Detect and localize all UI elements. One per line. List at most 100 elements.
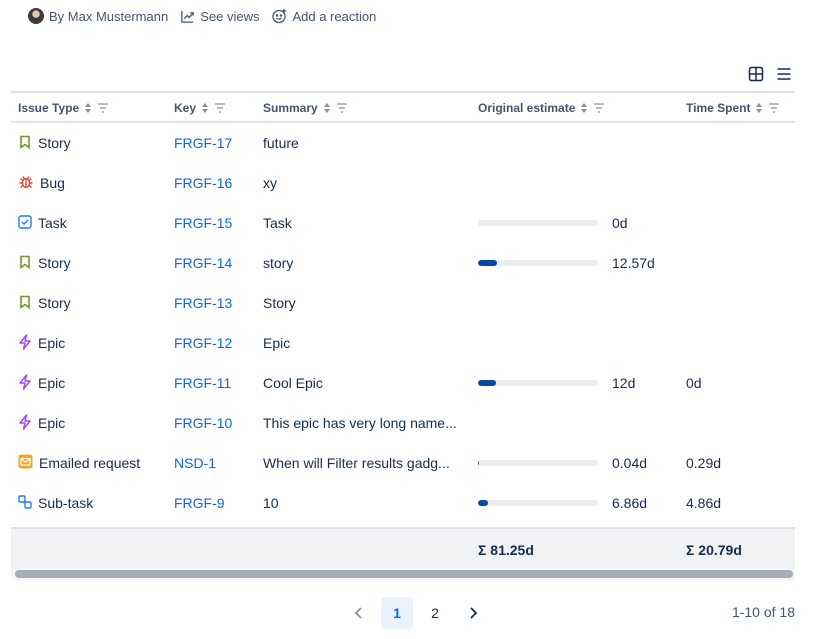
subtask-icon xyxy=(18,494,32,512)
horizontal-scrollbar[interactable] xyxy=(15,570,793,578)
table-row[interactable]: Epic FRGF-11 Cool Epic 12d 0d xyxy=(11,363,795,403)
issue-type-label: Sub-task xyxy=(38,495,94,511)
estimate-progress-bar xyxy=(478,260,598,266)
page-1-button[interactable]: 1 xyxy=(381,597,413,629)
estimate-total: Σ 81.25d xyxy=(478,541,534,558)
issue-summary: 10 xyxy=(263,495,279,511)
issue-key-link[interactable]: FRGF-12 xyxy=(174,323,259,363)
column-header-issue-type[interactable]: Issue Type xyxy=(18,93,168,123)
totals-row: Σ 81.25d Σ 20.79d xyxy=(11,527,795,568)
column-header-original-estimate[interactable]: Original estimate xyxy=(478,93,678,123)
story-icon xyxy=(18,295,32,312)
grid-view-icon[interactable] xyxy=(748,66,764,82)
column-header-summary[interactable]: Summary xyxy=(263,93,465,123)
issue-summary: future xyxy=(263,135,299,151)
issue-type-label: Emailed request xyxy=(39,455,141,471)
original-estimate-cell: 0.04d xyxy=(478,443,678,483)
time-spent-value xyxy=(686,283,786,323)
filter-icon[interactable] xyxy=(336,103,348,113)
story-icon xyxy=(18,135,32,152)
issue-key-link[interactable]: FRGF-14 xyxy=(174,243,259,283)
issue-key-link[interactable]: FRGF-17 xyxy=(174,123,259,163)
list-view-icon[interactable] xyxy=(776,66,792,82)
page-2-button[interactable]: 2 xyxy=(419,597,451,629)
author-name: By Max Mustermann xyxy=(49,8,169,24)
issue-summary: Epic xyxy=(263,335,291,351)
original-estimate-cell: 0d xyxy=(478,203,678,243)
issue-type-cell: Epic xyxy=(18,363,168,403)
emoji-add-icon xyxy=(271,8,287,24)
original-estimate-value: 0d xyxy=(612,215,628,231)
previous-page-button[interactable] xyxy=(343,597,375,629)
column-header-key[interactable]: Key xyxy=(174,93,259,123)
issue-type-label: Story xyxy=(38,135,71,151)
issue-type-cell: Task xyxy=(18,203,168,243)
table-row[interactable]: Story FRGF-14 story 12.57d xyxy=(11,243,795,283)
table-row[interactable]: Epic FRGF-10 This epic has very long nam… xyxy=(11,403,795,443)
table-row[interactable]: Story FRGF-17 future xyxy=(11,123,795,163)
add-reaction-button[interactable]: Add a reaction xyxy=(271,8,376,24)
column-header-time-spent[interactable]: Time Spent xyxy=(686,93,786,123)
add-reaction-label: Add a reaction xyxy=(292,8,377,24)
issue-key-link[interactable]: NSD-1 xyxy=(174,443,259,483)
issue-type-label: Story xyxy=(38,255,71,271)
original-estimate-cell xyxy=(478,403,678,443)
sort-icon[interactable] xyxy=(201,103,209,113)
original-estimate-cell xyxy=(478,123,678,163)
issue-summary: When will Filter results gadg... xyxy=(263,455,450,471)
sort-icon[interactable] xyxy=(755,103,763,113)
issue-summary: This epic has very long name... xyxy=(263,415,457,431)
estimate-progress-fill xyxy=(478,460,479,466)
bug-icon xyxy=(18,174,34,193)
issue-key-link[interactable]: FRGF-11 xyxy=(174,363,259,403)
sort-icon[interactable] xyxy=(84,103,92,113)
page-byline: By Max Mustermann See views Add a reacti… xyxy=(28,6,376,26)
issue-key-link[interactable]: FRGF-10 xyxy=(174,403,259,443)
table-row[interactable]: Task FRGF-15 Task 0d xyxy=(11,203,795,243)
filter-icon[interactable] xyxy=(214,103,226,113)
filter-icon[interactable] xyxy=(768,103,780,113)
issue-type-cell: Emailed request xyxy=(18,443,168,483)
view-toggles xyxy=(748,66,792,82)
time-spent-value: 0d xyxy=(686,375,702,391)
table-row[interactable]: Sub-task FRGF-9 10 6.86d 4.86d xyxy=(11,483,795,523)
sort-icon[interactable] xyxy=(580,103,588,113)
table-header: Issue Type Key Summary Original estimate… xyxy=(11,91,795,123)
sort-icon[interactable] xyxy=(323,103,331,113)
epic-icon xyxy=(18,333,32,353)
table-row[interactable]: Epic FRGF-12 Epic xyxy=(11,323,795,363)
table-row[interactable]: Emailed request NSD-1 When will Filter r… xyxy=(11,443,795,483)
issue-key-link[interactable]: FRGF-9 xyxy=(174,483,259,523)
issue-summary: xy xyxy=(263,175,277,191)
original-estimate-cell: 12d xyxy=(478,363,678,403)
issue-type-label: Story xyxy=(38,295,71,311)
estimate-progress-fill xyxy=(478,500,488,506)
table-row[interactable]: Story FRGF-13 Story xyxy=(11,283,795,323)
table-row[interactable]: Bug FRGF-16 xy xyxy=(11,163,795,203)
author[interactable]: By Max Mustermann xyxy=(28,8,168,24)
issue-type-label: Task xyxy=(38,215,67,231)
see-views-button[interactable]: See views xyxy=(180,9,259,24)
issue-summary: Task xyxy=(263,215,292,231)
issue-summary: Cool Epic xyxy=(263,375,323,391)
original-estimate-value: 12.57d xyxy=(612,255,655,271)
issue-key-link[interactable]: FRGF-13 xyxy=(174,283,259,323)
original-estimate-cell xyxy=(478,323,678,363)
next-page-button[interactable] xyxy=(457,597,489,629)
issues-table: Issue Type Key Summary Original estimate… xyxy=(11,91,795,568)
see-views-label: See views xyxy=(200,8,260,24)
email-request-icon xyxy=(18,454,33,472)
time-spent-value: 0.29d xyxy=(686,455,722,471)
issue-key-link[interactable]: FRGF-15 xyxy=(174,203,259,243)
estimate-progress-fill xyxy=(478,380,496,386)
filter-icon[interactable] xyxy=(593,103,605,113)
estimate-progress-fill xyxy=(478,260,497,266)
issue-type-label: Epic xyxy=(38,415,66,431)
estimate-progress-bar xyxy=(478,220,598,226)
time-spent-value: 4.86d xyxy=(686,495,722,511)
filter-icon[interactable] xyxy=(97,103,109,113)
time-spent-total: Σ 20.79d xyxy=(686,541,742,558)
issue-type-label: Bug xyxy=(40,175,65,191)
time-spent-value xyxy=(686,163,786,203)
issue-key-link[interactable]: FRGF-16 xyxy=(174,163,259,203)
